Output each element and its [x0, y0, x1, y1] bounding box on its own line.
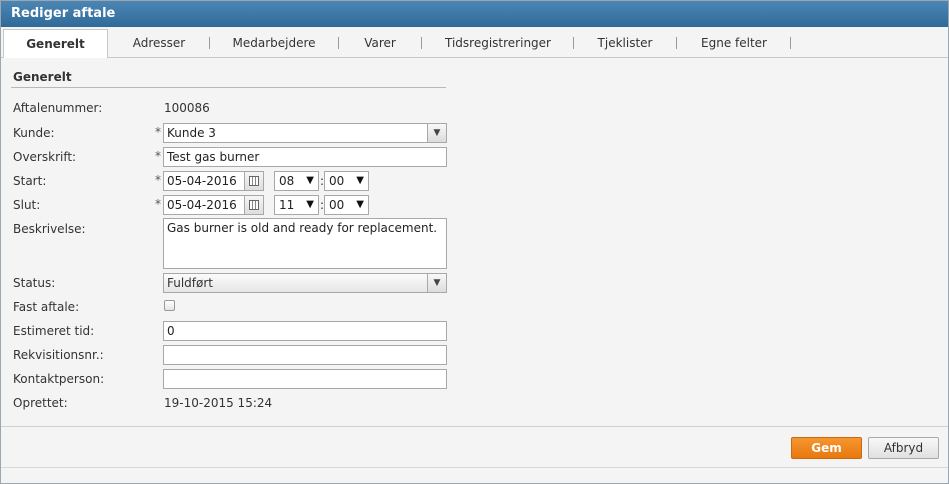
- tab-separator: [338, 37, 339, 49]
- start-date-input[interactable]: 05-04-2016: [163, 171, 264, 191]
- footer-divider: [1, 426, 948, 427]
- edit-appointment-dialog: Rediger aftale Generelt Adresser Medarbe…: [0, 0, 949, 484]
- dialog-title: Rediger aftale: [1, 1, 948, 27]
- tab-separator: [421, 37, 422, 49]
- start-hour-value: 08: [279, 174, 295, 188]
- footer-divider: [1, 467, 948, 468]
- kunde-select[interactable]: Kunde 3 ▼: [163, 123, 447, 143]
- overskrift-label: Overskrift:: [13, 150, 77, 164]
- tab-separator: [573, 37, 574, 49]
- tab-adresser[interactable]: Adresser: [113, 29, 205, 57]
- slut-minute-select[interactable]: 00 ▼: [324, 195, 369, 215]
- slut-label: Slut:: [13, 198, 41, 212]
- tab-separator: [790, 37, 791, 49]
- tab-varer[interactable]: Varer: [344, 29, 416, 57]
- start-label: Start:: [13, 174, 47, 188]
- section-divider: [11, 87, 446, 88]
- slut-hour-value: 11: [279, 198, 295, 212]
- required-marker: *: [155, 173, 161, 187]
- save-button[interactable]: Gem: [791, 437, 862, 459]
- estimeret-tid-label: Estimeret tid:: [13, 324, 95, 338]
- slut-hour-select[interactable]: 11 ▼: [274, 195, 319, 215]
- kontaktperson-label: Kontaktperson:: [13, 372, 105, 386]
- calendar-icon[interactable]: [244, 196, 263, 214]
- tab-tjeklister[interactable]: Tjeklister: [579, 29, 671, 57]
- aftalenummer-label: Aftalenummer:: [13, 101, 103, 115]
- beskrivelse-textarea[interactable]: Gas burner is old and ready for replacem…: [163, 218, 447, 269]
- kunde-label: Kunde:: [13, 126, 55, 140]
- chevron-down-icon: ▼: [306, 175, 314, 186]
- oprettet-label: Oprettet:: [13, 396, 68, 410]
- status-label: Status:: [13, 276, 56, 290]
- tab-generelt[interactable]: Generelt: [3, 29, 108, 58]
- tab-egne-felter[interactable]: Egne felter: [682, 29, 786, 57]
- required-marker: *: [155, 125, 161, 139]
- kontaktperson-input[interactable]: [163, 369, 447, 389]
- overskrift-input[interactable]: Test gas burner: [163, 147, 447, 167]
- start-date-value: 05-04-2016: [167, 174, 237, 188]
- tab-tidsregistreringer[interactable]: Tidsregistreringer: [427, 29, 569, 57]
- start-hour-select[interactable]: 08 ▼: [274, 171, 319, 191]
- slut-date-value: 05-04-2016: [167, 198, 237, 212]
- tab-separator: [676, 37, 677, 49]
- chevron-down-icon: ▼: [356, 175, 364, 186]
- aftalenummer-value: 100086: [164, 101, 210, 115]
- tab-bar: Generelt Adresser Medarbejdere Varer Tid…: [1, 29, 948, 58]
- chevron-down-icon[interactable]: ▼: [427, 124, 446, 142]
- rekvisitionsnr-label: Rekvisitionsnr.:: [13, 348, 104, 362]
- chevron-down-icon[interactable]: ▼: [427, 274, 446, 292]
- required-marker: *: [155, 197, 161, 211]
- rekvisitionsnr-input[interactable]: [163, 345, 447, 365]
- start-minute-value: 00: [329, 174, 345, 188]
- oprettet-value: 19-10-2015 15:24: [164, 396, 273, 410]
- slut-date-input[interactable]: 05-04-2016: [163, 195, 264, 215]
- chevron-down-icon: ▼: [306, 199, 314, 210]
- fast-aftale-checkbox[interactable]: [164, 300, 175, 311]
- slut-minute-value: 00: [329, 198, 345, 212]
- fast-aftale-label: Fast aftale:: [13, 300, 80, 314]
- start-minute-select[interactable]: 00 ▼: [324, 171, 369, 191]
- status-select[interactable]: Fuldført ▼: [163, 273, 447, 293]
- section-title: Generelt: [13, 70, 72, 84]
- kunde-select-value: Kunde 3: [167, 126, 216, 140]
- status-select-value: Fuldført: [167, 276, 214, 290]
- beskrivelse-label: Beskrivelse:: [13, 222, 86, 236]
- chevron-down-icon: ▼: [356, 199, 364, 210]
- calendar-icon[interactable]: [244, 172, 263, 190]
- estimeret-tid-input[interactable]: 0: [163, 321, 447, 341]
- tab-separator: [209, 37, 210, 49]
- required-marker: *: [155, 149, 161, 163]
- cancel-button[interactable]: Afbryd: [868, 437, 939, 459]
- tab-medarbejdere[interactable]: Medarbejdere: [215, 29, 333, 57]
